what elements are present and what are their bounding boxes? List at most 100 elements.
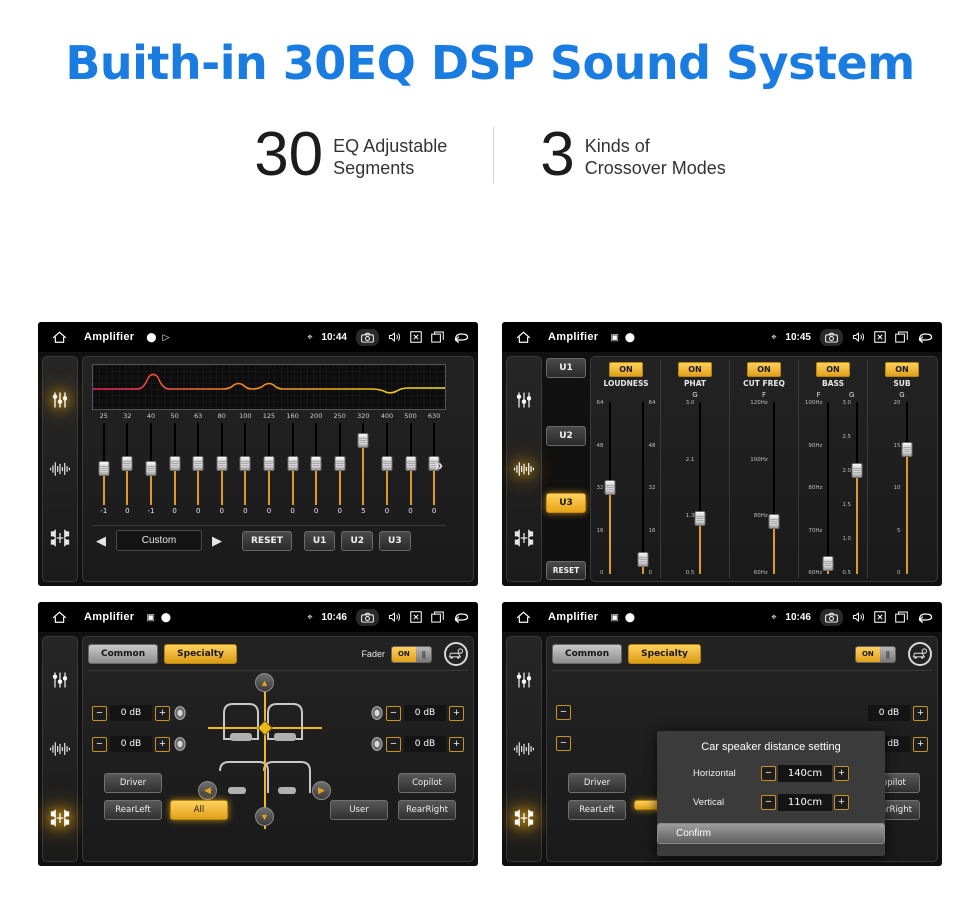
slider-knob[interactable] [287,456,299,471]
slider-knob[interactable] [169,456,181,471]
minus-button[interactable]: − [386,705,401,721]
car-settings-icon[interactable] [444,642,468,666]
slider-track[interactable] [637,402,648,574]
slider-knob[interactable] [768,514,780,530]
slider-knob[interactable] [405,456,417,471]
eq-slider-320[interactable]: 0 [163,423,187,521]
car-settings-icon[interactable] [908,642,932,666]
preset-next-button[interactable]: ▶ [208,533,226,549]
slider-knob[interactable] [357,433,369,449]
slider-knob[interactable] [822,555,834,571]
eq-slider-500[interactable]: 0 [116,423,140,521]
dsp-slider[interactable]: G 3.0 2.1 1.3 0.5 [686,391,706,576]
dpad-left-button[interactable]: ◀ [198,781,217,800]
minus-button[interactable]: − [92,736,107,752]
dpad-up-button[interactable]: ▲ [255,673,274,692]
sidebar-item-waveform[interactable] [511,456,537,482]
minus-button[interactable]: − [761,766,776,781]
slider-track[interactable] [263,423,275,505]
preset-driver-button[interactable]: Driver [568,773,626,793]
stepper-front-left[interactable]: − 0 dB + [92,705,186,721]
preset-user-button[interactable]: User [330,800,388,820]
toggle-phat-button[interactable]: ON [678,362,712,377]
volume-icon[interactable] [852,331,865,343]
eq-slider-125[interactable]: 0 [257,423,281,521]
dpad-down-button[interactable]: ▼ [255,807,274,826]
toggle-cut-freq-button[interactable]: ON [747,362,781,377]
slider-knob[interactable] [239,456,251,471]
slider-knob[interactable] [121,456,133,471]
dpad-right-button[interactable]: ▶ [312,781,331,800]
camera-icon[interactable] [820,328,843,346]
volume-icon[interactable] [852,611,865,623]
plus-button[interactable]: + [155,736,170,752]
preset-prev-button[interactable]: ◀ [92,533,110,549]
sidebar-item-waveform[interactable] [47,736,73,762]
eq-slider-250[interactable]: 0 [186,423,210,521]
sidebar-item-equalizer[interactable] [47,387,73,413]
sidebar-item-balance[interactable] [47,525,73,551]
tab-common[interactable]: Common [552,644,623,664]
slider-track[interactable] [310,423,322,505]
plus-button[interactable]: + [913,705,928,721]
eq-slider-630[interactable]: -1 [92,423,116,521]
plus-button[interactable]: + [913,736,928,752]
recents-icon[interactable] [431,611,444,623]
user-preset-u3-button[interactable]: U3 [546,493,586,514]
stepper-rear-left[interactable]: − 0 dB + [92,736,186,752]
minus-button[interactable]: − [761,795,776,810]
tab-specialty[interactable]: Specialty [628,644,701,664]
fader-toggle[interactable]: ON ||| [390,645,432,663]
back-icon[interactable] [917,611,934,623]
user-preset-u1-button[interactable]: U1 [546,358,586,378]
slider-track[interactable] [901,402,912,574]
eq-slider-40[interactable]: 0 [375,423,399,521]
eq-slider-32[interactable]: 0 [399,423,423,521]
dsp-slider[interactable]: G 3.0 2.5 2.0 1.5 1.0 0.5 [842,391,863,576]
slider-track[interactable] [169,423,181,505]
slider-track[interactable] [334,423,346,505]
volume-icon[interactable] [388,331,401,343]
minus-button[interactable]: − [92,705,107,721]
slider-track[interactable] [239,423,251,505]
eq-slider-160[interactable]: 0 [234,423,258,521]
slider-track[interactable] [287,423,299,505]
back-icon[interactable] [453,331,470,343]
toggle-bass-button[interactable]: ON [816,362,850,377]
sidebar-item-equalizer[interactable] [511,387,537,413]
close-icon[interactable] [410,331,422,343]
slider-knob[interactable] [851,462,863,478]
slider-knob[interactable] [216,456,228,471]
eq-slider-200[interactable]: 0 [210,423,234,521]
preset-name[interactable]: Custom [116,530,202,551]
close-icon[interactable] [410,611,422,623]
eq-slider-100[interactable]: 0 [281,423,305,521]
user-preset-u2-button[interactable]: U2 [546,425,586,446]
plus-button[interactable]: + [449,705,464,721]
eq-slider-bank[interactable]: -1 0 -1 0 0 0 0 0 0 0 0 5 0 0 0 » [92,423,446,521]
slider-track[interactable] [357,423,369,505]
preset-all-button[interactable]: All [170,800,228,820]
slider-knob[interactable] [145,460,157,476]
slider-knob[interactable] [381,456,393,471]
sidebar-item-balance[interactable] [511,525,537,551]
sidebar-item-equalizer[interactable] [511,667,537,693]
slider-knob[interactable] [604,480,615,495]
preset-rearleft-button[interactable]: RearLeft [568,800,626,820]
slider-knob[interactable] [334,456,346,471]
reset-button[interactable]: RESET [546,560,586,580]
plus-button[interactable]: + [449,736,464,752]
preset-rearright-button[interactable]: RearRight [398,800,456,820]
slider-track[interactable] [604,402,615,574]
fader-toggle[interactable]: ON ||| [854,645,896,663]
stepper-front-right[interactable]: − 0 dB + [370,705,464,721]
dsp-slider[interactable]: 644832160644832160 [630,391,656,576]
slider-track[interactable] [822,402,834,574]
expand-more-icon[interactable]: » [435,457,443,474]
dsp-slider[interactable]: 644832160644832160 [597,391,623,576]
user-preset-u2-button[interactable]: U2 [341,530,374,551]
close-icon[interactable] [874,331,886,343]
home-icon[interactable] [46,611,72,624]
close-icon[interactable] [874,611,886,623]
slider-knob[interactable] [263,456,275,471]
